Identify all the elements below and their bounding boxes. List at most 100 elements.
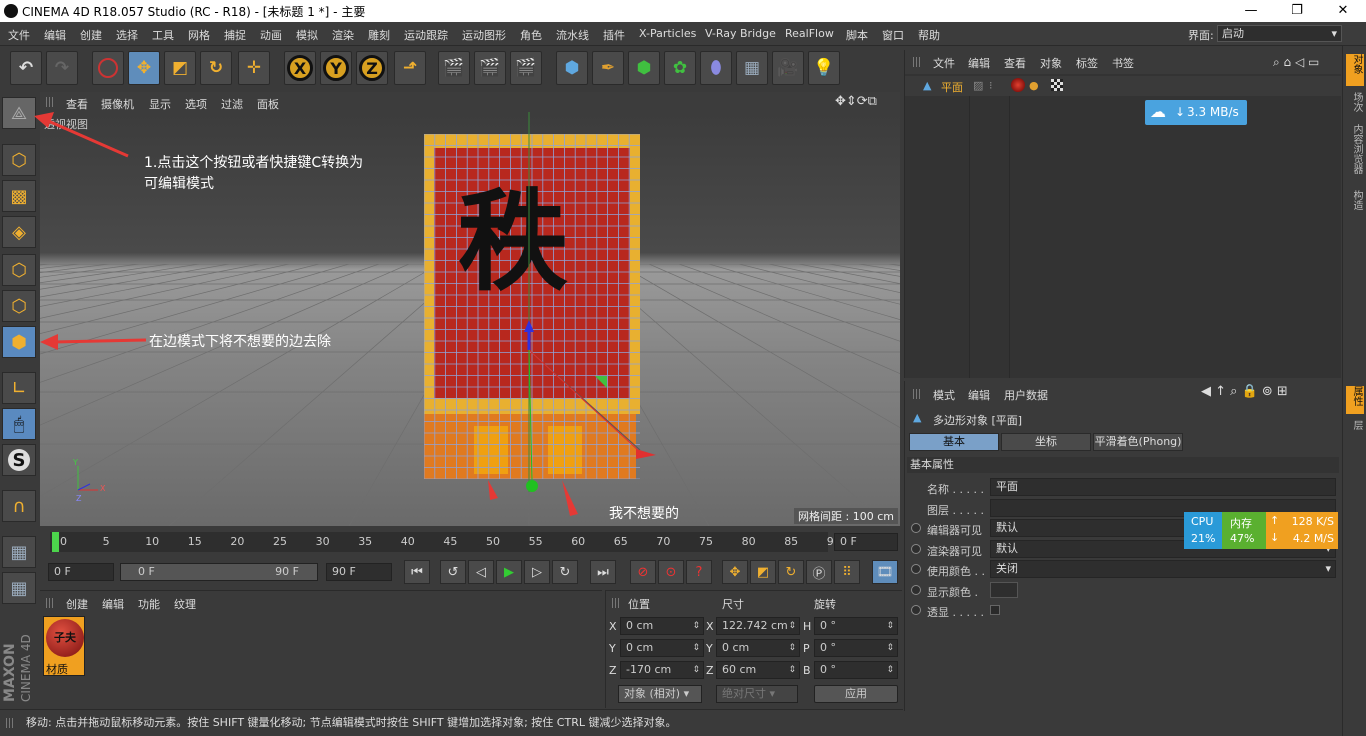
key-scale-button[interactable]: ◩ xyxy=(750,560,776,584)
om-menu-edit[interactable]: 编辑 xyxy=(968,55,990,71)
animate-radio[interactable] xyxy=(911,564,921,574)
key-rotation-button[interactable]: ↻ xyxy=(778,560,804,584)
array-button[interactable]: ✿ xyxy=(664,51,696,85)
stepper-icon[interactable]: ⇕ xyxy=(788,662,796,678)
playhead[interactable] xyxy=(52,532,59,552)
cube-primitive-button[interactable]: ⬢ xyxy=(556,51,588,85)
viewport-nav-icon[interactable]: ✥⇕⟳⧉ xyxy=(835,94,877,109)
snap-button[interactable]: ∩ xyxy=(2,490,36,522)
attr-value-field[interactable]: 平面 xyxy=(990,478,1336,496)
record-keys-button[interactable]: ⊘ xyxy=(630,560,656,584)
goto-end-button[interactable]: ⏭ xyxy=(590,560,616,584)
size-mode-select[interactable]: 绝对尺寸 ▾ xyxy=(716,685,798,703)
material-swatch[interactable]: 子夫 材质 xyxy=(43,616,85,676)
scale-tool-button[interactable]: ◩ xyxy=(164,51,196,85)
redo-button[interactable]: ↷ xyxy=(46,51,78,85)
vp-menu-options[interactable]: 选项 xyxy=(185,96,207,112)
xray-checkbox[interactable] xyxy=(990,605,1000,615)
edges-mode-button[interactable]: ⬡ xyxy=(2,290,36,322)
mat-menu-create[interactable]: 创建 xyxy=(66,596,88,612)
position-field[interactable]: 0 cm ⇕ xyxy=(620,639,704,657)
coordinate-system-button[interactable]: ⬏ xyxy=(394,51,426,85)
tab-attributes[interactable]: 属性 xyxy=(1346,386,1364,414)
uvw-tag-icon[interactable] xyxy=(1051,79,1063,91)
position-field[interactable]: 0 cm ⇕ xyxy=(620,617,704,635)
am-menu-userdata[interactable]: 用户数据 xyxy=(1004,387,1048,403)
drag-grip-icon[interactable] xyxy=(913,57,921,67)
tab-structure[interactable]: 构造 xyxy=(1346,190,1364,218)
nav-back-icon[interactable]: ◀ ↑ ⌕ 🔒 ⊚ ⊞ xyxy=(1201,384,1288,399)
om-menu-file[interactable]: 文件 xyxy=(933,55,955,71)
material-tag-icon[interactable] xyxy=(1011,78,1025,92)
menu-plugins[interactable]: 插件 xyxy=(603,27,625,43)
tab-layers[interactable]: 层 xyxy=(1346,420,1364,440)
solo-button[interactable]: S xyxy=(2,444,36,476)
attr-value-field[interactable]: 关闭 ▾ xyxy=(990,560,1336,578)
prev-frame-button[interactable]: ◁ xyxy=(468,560,494,584)
animate-radio[interactable] xyxy=(911,605,921,615)
minimize-button[interactable]: — xyxy=(1228,0,1274,22)
undo-button[interactable]: ↶ xyxy=(10,51,42,85)
tweak-mode-button[interactable]: 🖱 xyxy=(2,408,36,440)
menu-mograph[interactable]: 运动图形 xyxy=(462,27,506,43)
maximize-button[interactable]: ❐ xyxy=(1274,0,1320,22)
tab-phong[interactable]: 平滑着色(Phong) xyxy=(1093,433,1183,451)
drag-grip-icon[interactable] xyxy=(913,389,921,399)
rotation-field[interactable]: 0 ° ⇕ xyxy=(814,617,898,635)
position-field[interactable]: -170 cm ⇕ xyxy=(620,661,704,679)
mat-menu-function[interactable]: 功能 xyxy=(138,596,160,612)
stepper-icon[interactable]: ⇕ xyxy=(788,618,796,634)
menu-character[interactable]: 角色 xyxy=(520,27,542,43)
deformer-button[interactable]: ⬮ xyxy=(700,51,732,85)
move-tool-button[interactable]: ✥ xyxy=(128,51,160,85)
workplane-align-button[interactable]: ▦ xyxy=(2,572,36,604)
workplane-mode-button[interactable]: ◈ xyxy=(2,216,36,248)
menu-file[interactable]: 文件 xyxy=(8,27,30,43)
x-axis-button[interactable]: X xyxy=(284,51,316,85)
subdivision-button[interactable]: ⬢ xyxy=(628,51,660,85)
apply-button[interactable]: 应用 xyxy=(814,685,898,703)
animate-radio[interactable] xyxy=(911,523,921,533)
visibility-icon[interactable]: ⁝ xyxy=(989,79,993,92)
drag-grip-icon[interactable] xyxy=(46,97,54,107)
size-field[interactable]: 122.742 cm ⇕ xyxy=(716,617,800,635)
menu-create[interactable]: 创建 xyxy=(80,27,102,43)
timeline[interactable]: 051015202530354045505560657075808590 0 F xyxy=(40,527,900,557)
pen-spline-button[interactable]: ✒ xyxy=(592,51,624,85)
play-button[interactable]: ▶ xyxy=(496,560,522,584)
next-frame-button[interactable]: ▷ xyxy=(524,560,550,584)
am-menu-edit[interactable]: 编辑 xyxy=(968,387,990,403)
menu-motion-tracking[interactable]: 运动跟踪 xyxy=(404,27,448,43)
current-frame-field[interactable]: 0 F xyxy=(834,533,898,551)
z-axis-button[interactable]: Z xyxy=(356,51,388,85)
om-menu-bookmarks[interactable]: 书签 xyxy=(1112,55,1134,71)
key-pla-button[interactable]: ⠿ xyxy=(834,560,860,584)
keyframe-selection-button[interactable]: ? xyxy=(686,560,712,584)
model-mode-button[interactable]: ⬡ xyxy=(2,144,36,176)
prev-key-button[interactable]: ↺ xyxy=(440,560,466,584)
vp-menu-view[interactable]: 查看 xyxy=(66,96,88,112)
animate-radio[interactable] xyxy=(911,543,921,554)
goto-start-button[interactable]: ⏮ xyxy=(404,560,430,584)
camera-button[interactable]: 🎥 xyxy=(772,51,804,85)
menu-window[interactable]: 窗口 xyxy=(882,27,904,43)
om-menu-view[interactable]: 查看 xyxy=(1004,55,1026,71)
render-view-button[interactable]: 🎬 xyxy=(438,51,470,85)
mat-menu-edit[interactable]: 编辑 xyxy=(102,596,124,612)
start-frame-field[interactable]: 0 F xyxy=(48,563,114,581)
tag-icon[interactable]: ● xyxy=(1029,79,1039,92)
key-param-button[interactable]: Ⓟ xyxy=(806,560,832,584)
om-menu-objects[interactable]: 对象 xyxy=(1040,55,1062,71)
menu-vray-bridge[interactable]: V-Ray Bridge xyxy=(705,27,776,40)
menu-mesh[interactable]: 网格 xyxy=(188,27,210,43)
menu-tools[interactable]: 工具 xyxy=(152,27,174,43)
stepper-icon[interactable]: ⇕ xyxy=(788,640,796,656)
tab-takes[interactable]: 场次 xyxy=(1346,92,1364,120)
menu-realflow[interactable]: RealFlow xyxy=(785,27,834,40)
live-select-button[interactable] xyxy=(92,51,124,85)
size-field[interactable]: 60 cm ⇕ xyxy=(716,661,800,679)
y-axis-button[interactable]: Y xyxy=(320,51,352,85)
texture-mode-button[interactable]: ▩ xyxy=(2,180,36,212)
vp-menu-display[interactable]: 显示 xyxy=(149,96,171,112)
vp-menu-filter[interactable]: 过滤 xyxy=(221,96,243,112)
